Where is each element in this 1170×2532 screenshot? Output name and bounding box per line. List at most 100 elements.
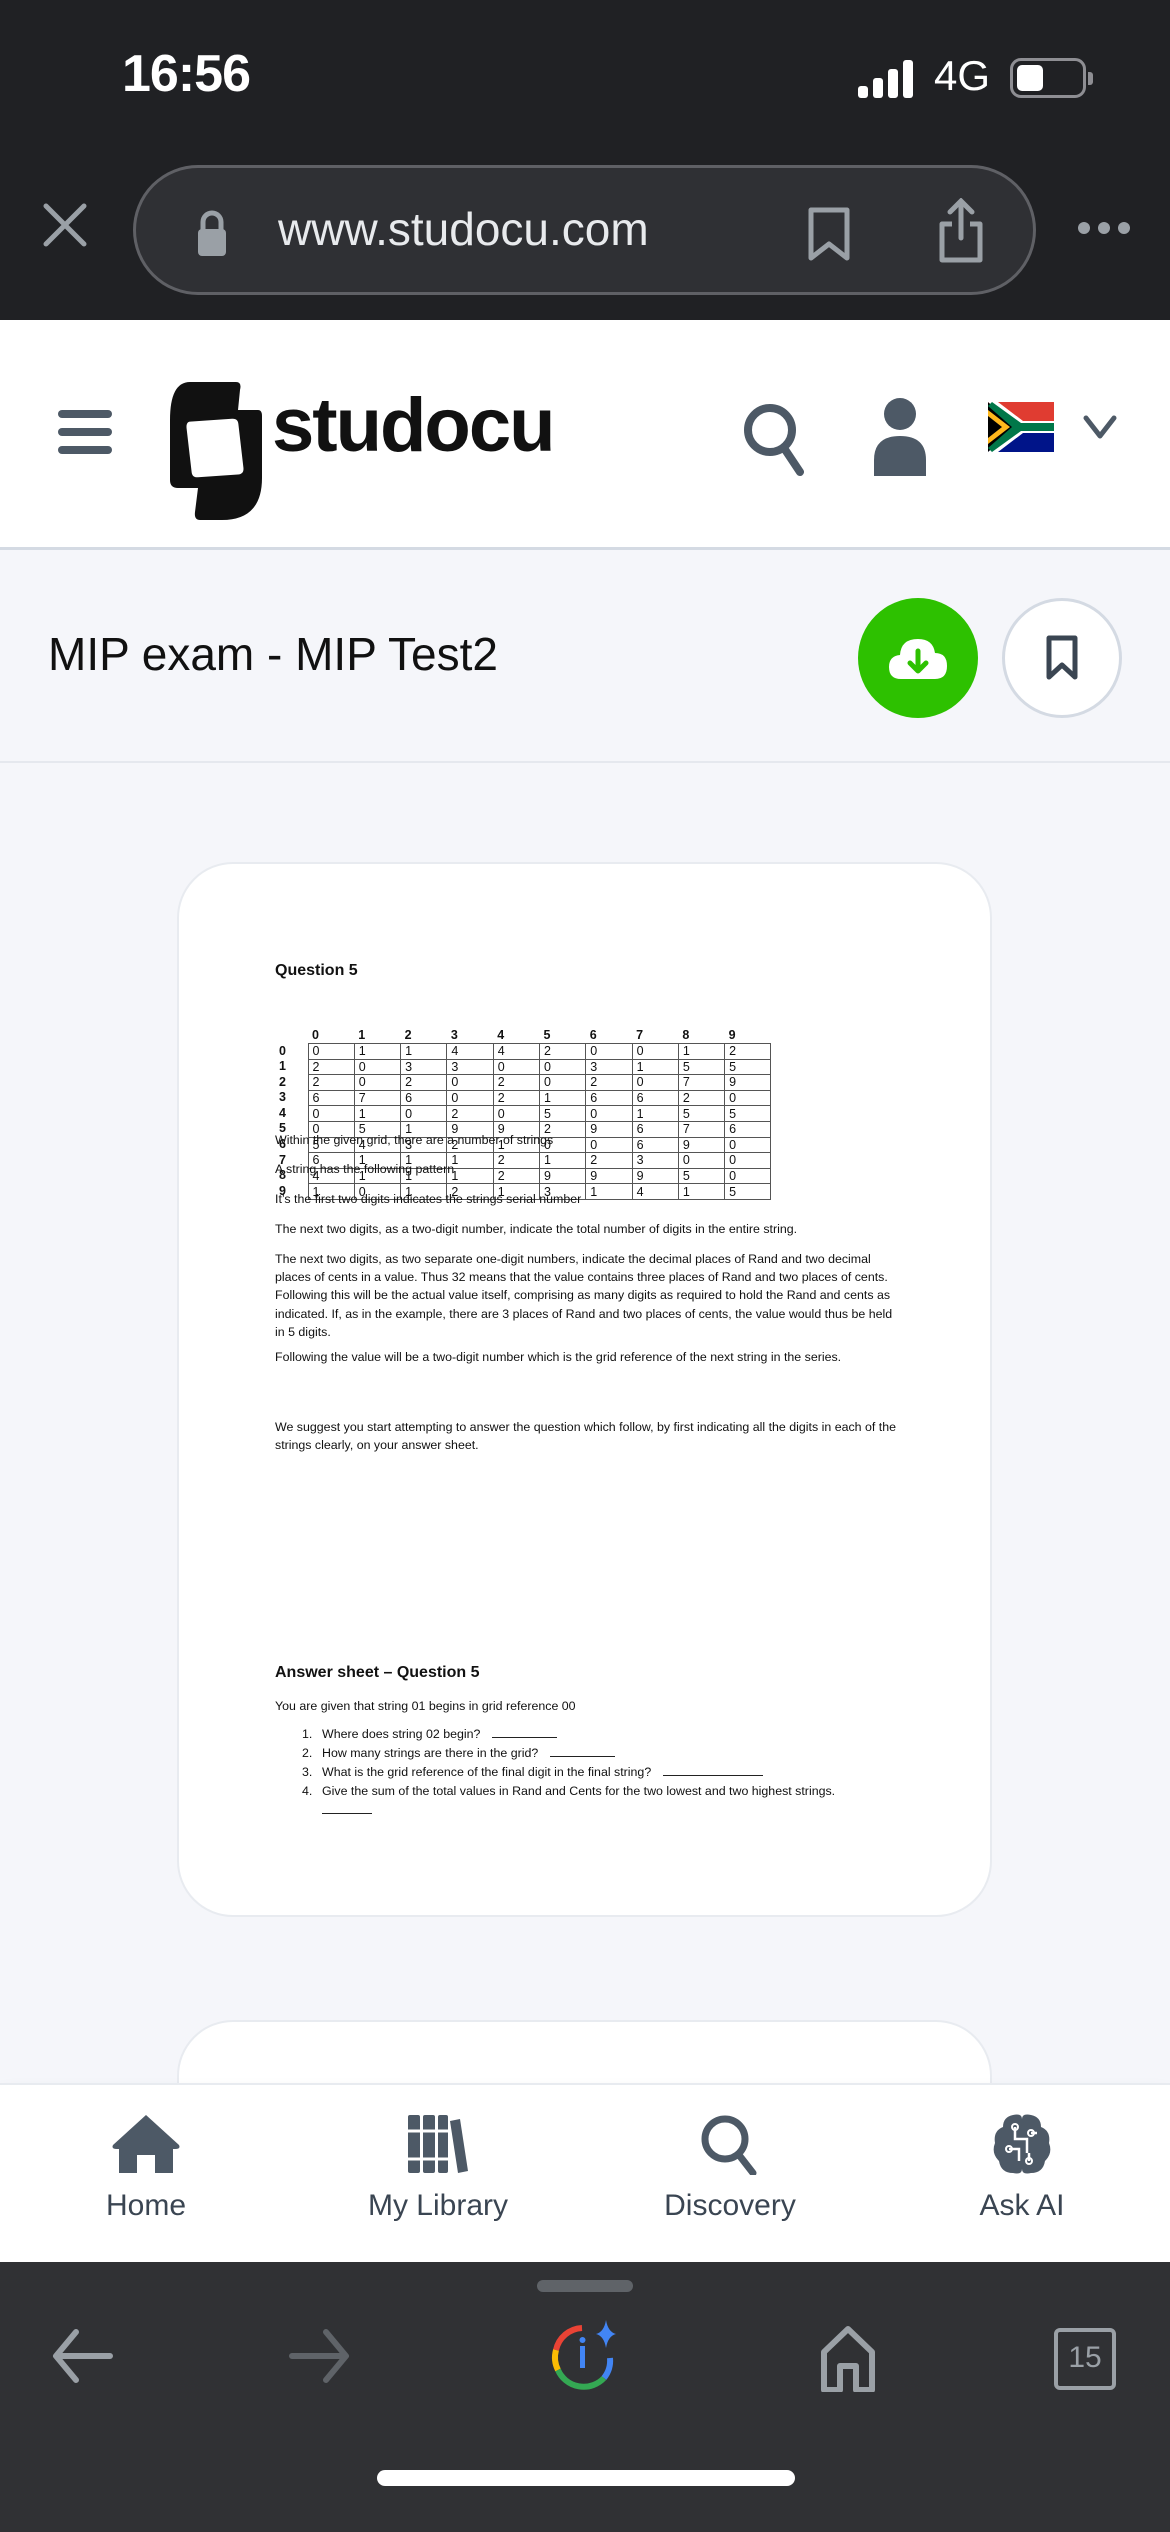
menu-icon[interactable] xyxy=(58,410,112,454)
grid-cell: 1 xyxy=(631,1058,679,1076)
answer-blank xyxy=(550,1745,616,1757)
tab-switcher-button[interactable]: 15 xyxy=(1054,2328,1116,2390)
battery-icon xyxy=(1010,58,1093,98)
grid-row: 40102050155 xyxy=(275,1105,772,1122)
nav-item-ask-ai[interactable]: Ask AI xyxy=(922,2113,1122,2243)
grid-cell: 5 xyxy=(724,1058,772,1076)
grid-cell: 4 xyxy=(492,1043,540,1060)
grid-cell: 0 xyxy=(400,1105,448,1122)
grid-row-header: 3 xyxy=(279,1090,286,1105)
bookmark-icon xyxy=(1046,635,1078,680)
library-icon xyxy=(408,2115,468,2173)
browser-top-bar: 16:56 4G www.studocu.com xyxy=(0,0,1170,320)
share-icon[interactable] xyxy=(936,198,986,264)
grid-col-header: 8 xyxy=(682,1028,690,1042)
more-options-icon[interactable] xyxy=(1076,220,1132,236)
network-type: 4G xyxy=(934,52,991,99)
nav-item-discovery[interactable]: Discovery xyxy=(630,2113,830,2243)
grid-col-header: 1 xyxy=(358,1028,366,1042)
grid-col-header: 7 xyxy=(636,1028,644,1042)
paragraph: Following the value will be a two-digit … xyxy=(275,1350,842,1364)
nav-item-my-library[interactable]: My Library xyxy=(338,2113,538,2243)
grid-cell: 1 xyxy=(677,1043,726,1060)
grid-cell: 2 xyxy=(492,1089,540,1107)
bookmark-icon[interactable] xyxy=(806,206,852,262)
paragraph: The next two digits, as a two-digit numb… xyxy=(275,1222,798,1236)
answer-sheet-heading: Answer sheet – Question 5 xyxy=(275,1664,480,1681)
grid-cell: 2 xyxy=(307,1074,355,1091)
grid-header-row: 0 1 2 3 4 5 6 7 8 9 xyxy=(275,1027,771,1044)
grid-col-header: 0 xyxy=(312,1028,319,1042)
list-item xyxy=(275,1801,915,1825)
paragraph: It’s the first two digits indicates the … xyxy=(275,1192,582,1206)
grid-row-header: 1 xyxy=(279,1059,286,1074)
grid-cell: 9 xyxy=(724,1074,772,1091)
url-bar[interactable]: www.studocu.com xyxy=(133,165,1036,295)
grid-cell: 0 xyxy=(353,1074,402,1091)
grid-row: 22020202079 xyxy=(275,1074,772,1091)
document-viewer[interactable]: Question 5 0 1 2 3 4 5 6 7 8 9 0 0 1 1 4… xyxy=(0,765,1170,2083)
grid-cell: 0 xyxy=(492,1058,540,1076)
brain-icon xyxy=(993,2114,1051,2174)
browser-bottom-bar: 15 xyxy=(0,2262,1170,2532)
document-title: MIP exam - MIP Test2 xyxy=(48,628,498,680)
grid-cell: 0 xyxy=(538,1058,587,1076)
grid-cell: 0 xyxy=(446,1074,494,1091)
grid-cell: 7 xyxy=(353,1089,402,1107)
grid-cell: 6 xyxy=(400,1089,448,1107)
answer-blank xyxy=(492,1726,558,1738)
document-page: Question 5 0 1 2 3 4 5 6 7 8 9 0 0 1 1 4… xyxy=(177,862,992,1917)
search-icon[interactable] xyxy=(742,400,806,476)
grid-cell: 3 xyxy=(585,1058,633,1076)
grid-cell: 1 xyxy=(353,1043,402,1060)
url-text[interactable]: www.studocu.com xyxy=(278,202,649,256)
grid-col-header: 9 xyxy=(728,1028,736,1042)
forward-arrow-icon[interactable] xyxy=(286,2328,352,2384)
grid-cell: 0 xyxy=(446,1089,494,1107)
south-africa-flag-icon[interactable] xyxy=(988,402,1054,452)
paragraph: We suggest you start attempting to answe… xyxy=(275,1420,897,1453)
site-header: studocu xyxy=(0,320,1170,550)
question-heading: Question 5 xyxy=(275,962,358,979)
list-item: 3. What is the grid reference of the fina… xyxy=(275,1763,915,1782)
list-item: 1. Where does string 02 begin? xyxy=(275,1725,915,1744)
grid-row: 12033003155 xyxy=(275,1058,772,1076)
nav-item-home[interactable]: Home xyxy=(46,2113,246,2243)
grid-cell: 2 xyxy=(677,1089,726,1107)
drag-handle[interactable] xyxy=(537,2280,633,2292)
grid-col-header: 5 xyxy=(543,1028,551,1042)
back-arrow-icon[interactable] xyxy=(50,2328,116,2384)
close-icon[interactable] xyxy=(40,200,90,250)
grid-col-header: 6 xyxy=(589,1028,597,1042)
grid-cell: 7 xyxy=(677,1074,726,1091)
question-list: 1. Where does string 02 begin? 2. How many… xyxy=(275,1725,915,1825)
studocu-logo-icon[interactable] xyxy=(170,380,262,522)
user-icon[interactable] xyxy=(872,396,928,476)
download-button[interactable] xyxy=(858,598,978,718)
chevron-down-icon[interactable] xyxy=(1082,412,1118,442)
given-statement: You are given that string 01 begins in g… xyxy=(275,1699,576,1713)
paragraph: A string has the following pattern xyxy=(275,1162,455,1176)
grid-cell: 6 xyxy=(585,1089,633,1107)
grid-row-header: 0 xyxy=(279,1043,286,1058)
grid-cell: 0 xyxy=(585,1043,633,1060)
grid-cell: 3 xyxy=(400,1058,448,1076)
grid-cell: 0 xyxy=(631,1043,679,1060)
grid-cell: 2 xyxy=(307,1058,355,1076)
grid-col-header: 3 xyxy=(450,1028,458,1042)
bottom-navigation: Home My Library Discovery Ask AI xyxy=(0,2083,1170,2263)
google-lens-icon[interactable] xyxy=(548,2318,622,2396)
browser-home-icon[interactable] xyxy=(820,2326,876,2392)
home-indicator[interactable] xyxy=(377,2470,795,2486)
grid-row-header: 4 xyxy=(279,1105,286,1120)
grid-cell: 1 xyxy=(631,1105,679,1122)
grid-cell: 0 xyxy=(307,1043,355,1060)
save-to-library-button[interactable] xyxy=(1002,598,1122,718)
grid-cell: 0 xyxy=(492,1105,540,1122)
grid-cell: 2 xyxy=(492,1074,540,1091)
paragraph: Within the given grid, there are a numbe… xyxy=(275,1133,554,1147)
grid-cell: 0 xyxy=(724,1089,772,1107)
studocu-logo-text[interactable]: studocu xyxy=(272,382,556,469)
home-icon xyxy=(112,2115,180,2173)
answer-blank xyxy=(322,1802,372,1814)
